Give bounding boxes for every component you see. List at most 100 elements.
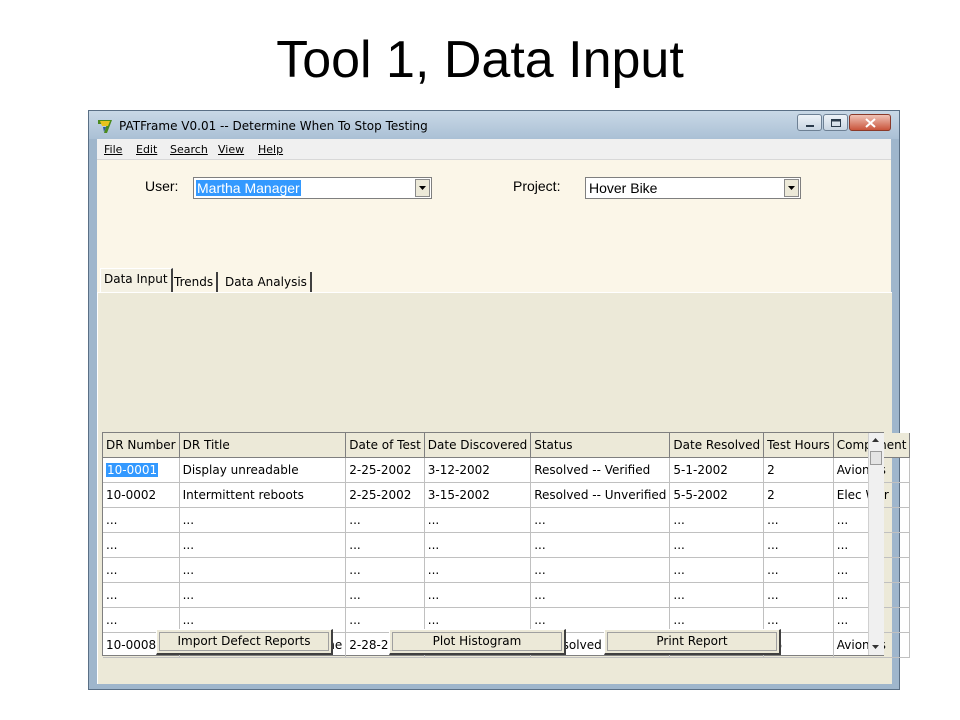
scroll-down-icon[interactable] [872,645,880,650]
import-defect-reports-button[interactable]: Import Defect Reports [156,629,333,655]
table-cell[interactable]: ... [179,557,347,583]
table-cell[interactable]: ... [763,532,834,558]
chevron-down-icon [419,186,426,190]
plot-histogram-button[interactable]: Plot Histogram [389,629,566,655]
project-label: Project: [513,178,561,194]
table-cell[interactable]: ... [103,557,180,583]
chevron-down-icon [788,186,795,190]
table-cell[interactable]: ... [179,532,347,558]
user-label: User: [145,178,179,194]
table-cell[interactable]: 2 [763,457,834,483]
scroll-thumb[interactable] [870,451,882,465]
table-cell[interactable]: ... [424,532,532,558]
tab-trends[interactable]: Trends [171,272,219,292]
table-cell[interactable]: ... [424,582,532,608]
table-row[interactable]: 10-0001 Display unreadable 2-25-2002 3-12-2… [103,457,911,483]
table-cell[interactable]: 2 [763,482,834,508]
table-row[interactable]: 10-0002 Intermittent reboots 2-25-2002 3-15… [103,482,911,508]
slide-title: Tool 1, Data Input [276,31,684,89]
table-cell[interactable]: Resolved -- Verified [530,457,671,483]
selected-cell-value: 10-0001 [106,462,159,477]
tab-data-analysis[interactable]: Data Analysis [222,272,312,292]
table-cell[interactable]: ... [530,507,671,533]
table-cell[interactable]: 10-0002 [103,482,180,508]
column-header[interactable]: Status [530,433,671,458]
table-cell[interactable]: 10-0001 [103,457,180,483]
table-cell[interactable]: 5-1-2002 [669,457,765,483]
project-select[interactable]: Hover Bike [585,177,801,199]
import-button-label: Import Defect Reports [157,630,331,653]
table-cell[interactable]: ... [345,582,425,608]
table-row[interactable]: ........................ [103,532,911,558]
menu-view[interactable]: View [218,143,244,156]
menu-edit[interactable]: Edit [136,143,157,156]
print-button-label: Print Report [605,630,779,653]
table-cell[interactable]: ... [763,507,834,533]
project-dropdown-button[interactable] [784,179,799,197]
window-controls [796,114,891,131]
table-cell[interactable]: ... [345,532,425,558]
vertical-scrollbar[interactable] [868,433,884,655]
table-cell[interactable]: ... [103,532,180,558]
table-cell[interactable]: 3-15-2002 [424,482,532,508]
column-header[interactable]: DR Number [103,433,180,458]
column-header[interactable]: Date Resolved [669,433,765,458]
table-cell[interactable]: ... [530,582,671,608]
table-cell[interactable]: ... [345,507,425,533]
table-cell[interactable]: 2-25-2002 [345,482,425,508]
table-cell[interactable]: ... [669,507,765,533]
app-logo-icon [97,118,113,134]
close-button[interactable] [849,114,891,131]
scroll-up-icon[interactable] [872,438,880,443]
defect-table: DR Number DR Title Date of Test Date Discov… [103,433,911,658]
table-cell[interactable]: Intermittent reboots [179,482,347,508]
tab-strip: Data Input Trends Data Analysis [97,268,891,292]
table-header: DR Number DR Title Date of Test Date Discov… [103,433,911,458]
table-cell[interactable]: ... [345,557,425,583]
window-title: PATFrame V0.01 -- Determine When To Stop… [119,119,428,133]
table-cell[interactable]: ... [530,557,671,583]
table-cell[interactable]: 2-25-2002 [345,457,425,483]
minimize-button[interactable] [797,114,822,131]
defect-report-grid[interactable]: DR Number DR Title Date of Test Date Discov… [102,432,911,658]
table-cell[interactable]: ... [669,582,765,608]
table-cell[interactable]: ... [669,532,765,558]
column-header[interactable]: Date Discovered [424,433,532,458]
table-row[interactable]: ........................ [103,582,911,608]
menu-search[interactable]: Search [170,143,208,156]
column-header[interactable]: DR Title [179,433,347,458]
table-cell[interactable]: ... [179,582,347,608]
table-cell[interactable]: Display unreadable [179,457,347,483]
close-icon [865,118,876,128]
table-cell[interactable]: ... [179,507,347,533]
user-select[interactable]: Martha Manager [193,177,432,199]
window-client: File Edit Search View Help User: Martha … [97,139,911,684]
minimize-icon [806,125,814,127]
menu-bar: File Edit Search View Help [97,139,891,160]
table-cell[interactable]: 5-5-2002 [669,482,765,508]
table-cell[interactable]: ... [424,507,532,533]
maximize-icon [831,119,841,127]
maximize-button[interactable] [823,114,848,131]
table-cell[interactable]: ... [103,582,180,608]
table-cell[interactable]: ... [424,557,532,583]
column-header[interactable]: Date of Test [345,433,425,458]
table-cell[interactable]: 3-12-2002 [424,457,532,483]
menu-help[interactable]: Help [258,143,283,156]
plot-button-label: Plot Histogram [390,630,564,653]
table-cell[interactable]: ... [763,582,834,608]
table-cell[interactable]: ... [103,507,180,533]
table-cell[interactable]: ... [763,557,834,583]
app-window: PATFrame V0.01 -- Determine When To Stop… [88,110,911,690]
table-cell[interactable]: Resolved -- Unverified [530,482,671,508]
table-row[interactable]: ........................ [103,507,911,533]
user-dropdown-button[interactable] [415,179,430,197]
menu-file[interactable]: File [104,143,122,156]
window-titlebar[interactable]: PATFrame V0.01 -- Determine When To Stop… [89,111,899,139]
print-report-button[interactable]: Print Report [604,629,781,655]
table-cell[interactable]: ... [530,532,671,558]
column-header[interactable]: Test Hours [763,433,834,458]
table-row[interactable]: ........................ [103,557,911,583]
tab-data-input[interactable]: Data Input [100,268,173,292]
table-cell[interactable]: ... [669,557,765,583]
